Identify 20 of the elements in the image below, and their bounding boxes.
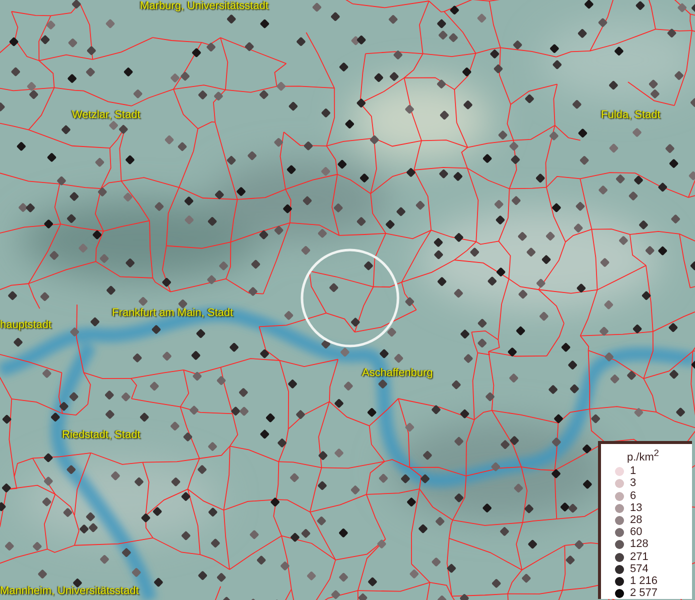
- legend-label: 2 577: [630, 588, 658, 600]
- legend-label: 3: [630, 478, 636, 490]
- place-label: Fulda, Stadt: [601, 109, 660, 122]
- legend-label: 271: [630, 552, 648, 563]
- place-label: Aschaffenburg: [362, 367, 433, 380]
- place-label: Riedstadt, Stadt: [62, 429, 140, 442]
- legend-label: 13: [630, 502, 642, 514]
- legend-label: 128: [630, 539, 648, 550]
- legend-label: 574: [630, 564, 648, 575]
- place-label: Marburg, Universitätsstadt: [140, 0, 268, 13]
- legend-label: 6: [630, 490, 636, 502]
- legend-label: 1: [630, 466, 636, 478]
- place-label: Wetzlar, Stadt: [72, 109, 140, 122]
- legend-title: p./km$^{2}$: [627, 447, 659, 465]
- legend-label: 28: [630, 515, 642, 526]
- place-label: hauptstadt: [0, 319, 52, 332]
- place-label: Mannheim, Universitätsstadt: [0, 585, 139, 598]
- legend-label: 60: [630, 527, 642, 538]
- legend-label: 1 216: [630, 576, 658, 587]
- place-label: Frankfurt am Main, Stadt: [112, 307, 234, 320]
